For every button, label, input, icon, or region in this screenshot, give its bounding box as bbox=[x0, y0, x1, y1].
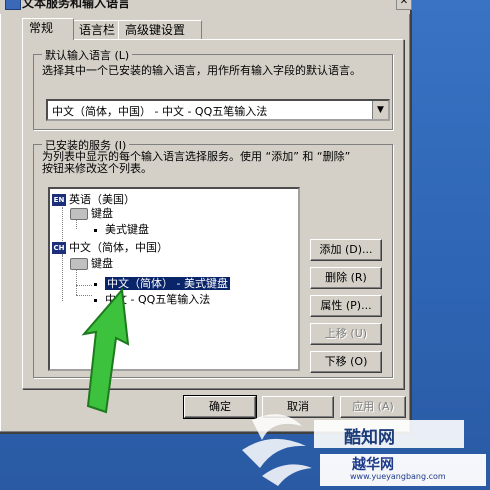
watermark-site-2-url: www.yueyangbang.com bbox=[350, 472, 446, 481]
watermark-area: 酷知网 越华网 www.yueyangbang.com bbox=[232, 410, 490, 490]
watermark-site-1: 酷知网 bbox=[344, 428, 395, 448]
tab-general[interactable]: 常规 bbox=[22, 18, 74, 40]
watermark-site-2-title: 越华网 bbox=[352, 457, 394, 473]
watermark-logo-icon bbox=[242, 414, 312, 486]
